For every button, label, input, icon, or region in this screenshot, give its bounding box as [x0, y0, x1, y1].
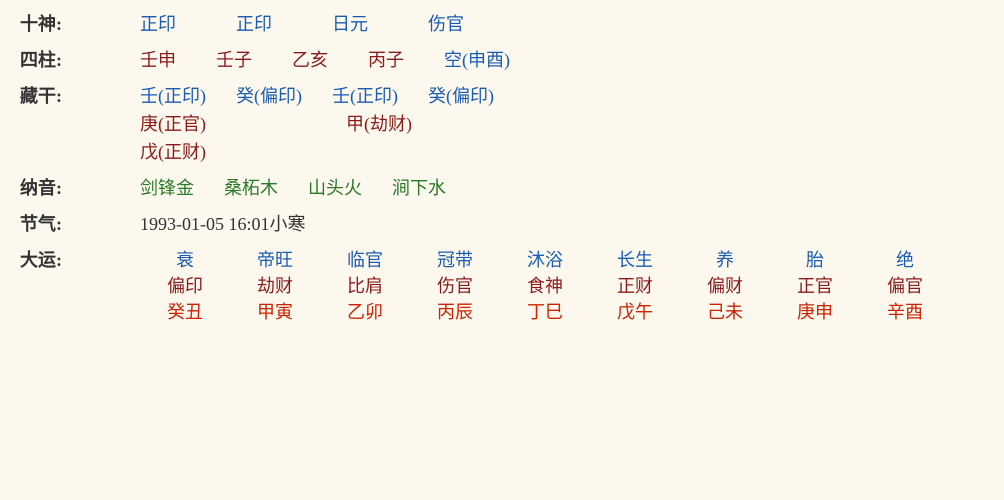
canggan-row: 藏干: 壬(正印) 癸(偏印) 壬(正印) 癸(偏印) 庚(正官) 甲(劫财) …	[20, 82, 984, 164]
canggan-1-1-empty	[236, 110, 316, 136]
dayun-shishen-row: 偏印 劫财 比肩 伤官 食神 正财 偏财 正官 偏官	[140, 272, 984, 298]
jieqi-row: 节气: 1993-01-05 16:01小寒	[20, 210, 984, 236]
dayun-ganzhi-4: 丁巳	[500, 298, 590, 324]
dayun-phase-5: 长生	[590, 246, 680, 272]
canggan-line1: 壬(正印) 癸(偏印) 壬(正印) 癸(偏印)	[140, 82, 494, 108]
dayun-shishen-6: 偏财	[680, 272, 770, 298]
dayun-ganzhi-3: 丙辰	[410, 298, 500, 324]
shishen-item-1: 正印	[236, 10, 272, 36]
canggan-0-0: 壬(正印)	[140, 82, 206, 108]
dayun-row: 大运: 衰 帝旺 临官 冠带 沐浴 长生 养 胎 绝 偏印 劫财 比肩 伤官 食…	[20, 246, 984, 324]
nayin-item-1: 桑柘木	[224, 174, 278, 200]
dayun-shishen-7: 正官	[770, 272, 860, 298]
dayun-ganzhi-7: 庚申	[770, 298, 860, 324]
canggan-1-0: 癸(偏印)	[236, 82, 302, 108]
shishen-label: 十神:	[20, 10, 140, 36]
jieqi-value: 1993-01-05 16:01小寒	[140, 210, 306, 236]
dayun-shishen-2: 比肩	[320, 272, 410, 298]
nayin-item-3: 涧下水	[392, 174, 446, 200]
dayun-ganzhi-5: 戊午	[590, 298, 680, 324]
canggan-line2: 庚(正官) 甲(劫财)	[140, 110, 494, 136]
canggan-content: 壬(正印) 癸(偏印) 壬(正印) 癸(偏印) 庚(正官) 甲(劫财) 戊(正财…	[140, 82, 984, 164]
sizhu-item-0: 壬申	[140, 46, 176, 72]
canggan-block: 壬(正印) 癸(偏印) 壬(正印) 癸(偏印) 庚(正官) 甲(劫财) 戊(正财…	[140, 82, 494, 164]
jieqi-content: 1993-01-05 16:01小寒	[140, 210, 984, 236]
dayun-phase-6: 养	[680, 246, 770, 272]
shishen-item-0: 正印	[140, 10, 176, 36]
sizhu-item-2: 乙亥	[292, 46, 328, 72]
dayun-phase-3: 冠带	[410, 246, 500, 272]
dayun-shishen-1: 劫财	[230, 272, 320, 298]
dayun-phase-0: 衰	[140, 246, 230, 272]
dayun-phase-4: 沐浴	[500, 246, 590, 272]
shishen-items: 正印 正印 日元 伤官	[140, 10, 464, 36]
sizhu-item-3: 丙子	[368, 46, 404, 72]
sizhu-row: 四柱: 壬申 壬子 乙亥 丙子 空(申酉)	[20, 46, 984, 72]
nayin-row: 纳音: 剑锋金 桑柘木 山头火 涧下水	[20, 174, 984, 200]
dayun-phase-1: 帝旺	[230, 246, 320, 272]
canggan-0-1: 庚(正官)	[140, 110, 206, 136]
sizhu-note: 空(申酉)	[444, 46, 510, 72]
nayin-content: 剑锋金 桑柘木 山头火 涧下水	[140, 174, 984, 200]
dayun-shishen-8: 偏官	[860, 272, 950, 298]
dayun-phase-8: 绝	[860, 246, 950, 272]
canggan-3-0: 癸(偏印)	[428, 82, 494, 108]
nayin-items: 剑锋金 桑柘木 山头火 涧下水	[140, 174, 446, 200]
canggan-label: 藏干:	[20, 82, 140, 108]
dayun-ganzhi-0: 癸丑	[140, 298, 230, 324]
dayun-phase-7: 胎	[770, 246, 860, 272]
dayun-shishen-0: 偏印	[140, 272, 230, 298]
sizhu-label: 四柱:	[20, 46, 140, 72]
dayun-ganzhi-6: 己未	[680, 298, 770, 324]
dayun-shishen-3: 伤官	[410, 272, 500, 298]
dayun-ganzhi-1: 甲寅	[230, 298, 320, 324]
dayun-phase-2: 临官	[320, 246, 410, 272]
canggan-2-0: 壬(正印)	[332, 82, 398, 108]
shishen-item-3: 伤官	[428, 10, 464, 36]
sizhu-items: 壬申 壬子 乙亥 丙子 空(申酉)	[140, 46, 510, 72]
shishen-row: 十神: 正印 正印 日元 伤官	[20, 10, 984, 36]
nayin-item-0: 剑锋金	[140, 174, 194, 200]
sizhu-item-1: 壬子	[216, 46, 252, 72]
canggan-2-1: 甲(劫财)	[346, 110, 412, 136]
dayun-content: 衰 帝旺 临官 冠带 沐浴 长生 养 胎 绝 偏印 劫财 比肩 伤官 食神 正财…	[140, 246, 984, 324]
dayun-shishen-5: 正财	[590, 272, 680, 298]
dayun-ganzhi-8: 辛酉	[860, 298, 950, 324]
canggan-0-2: 戊(正财)	[140, 138, 206, 164]
shishen-content: 正印 正印 日元 伤官	[140, 10, 984, 36]
dayun-label: 大运:	[20, 246, 140, 272]
sizhu-content: 壬申 壬子 乙亥 丙子 空(申酉)	[140, 46, 984, 72]
nayin-item-2: 山头火	[308, 174, 362, 200]
canggan-line3: 戊(正财)	[140, 138, 494, 164]
dayun-ganzhi-row: 癸丑 甲寅 乙卯 丙辰 丁巳 戊午 己未 庚申 辛酉	[140, 298, 984, 324]
nayin-label: 纳音:	[20, 174, 140, 200]
shishen-item-2: 日元	[332, 10, 368, 36]
dayun-ganzhi-2: 乙卯	[320, 298, 410, 324]
jieqi-label: 节气:	[20, 210, 140, 236]
dayun-shishen-4: 食神	[500, 272, 590, 298]
dayun-phase-row: 衰 帝旺 临官 冠带 沐浴 长生 养 胎 绝	[140, 246, 984, 272]
